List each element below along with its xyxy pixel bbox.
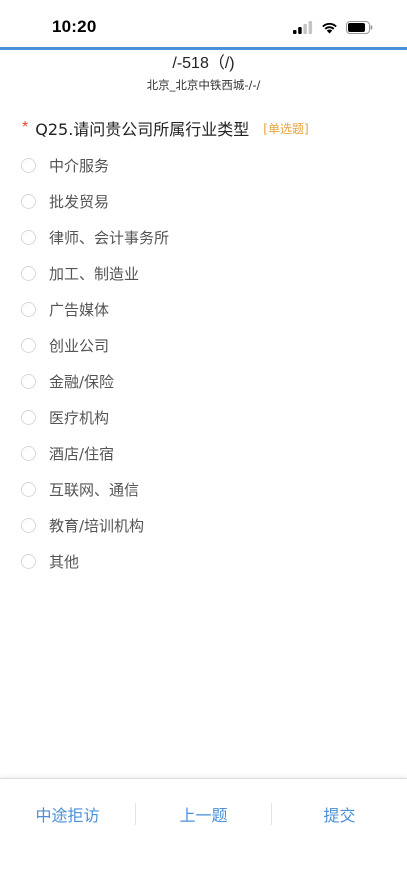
- option-label: 酒店/住宿: [49, 444, 115, 463]
- radio-button[interactable]: [21, 265, 36, 281]
- radio-button[interactable]: [21, 553, 36, 569]
- option-label: 创业公司: [49, 336, 110, 355]
- survey-subtitle: 北京_北京中铁西城-/-/: [146, 78, 261, 92]
- required-mark: *: [22, 119, 29, 136]
- option-label: 加工、制造业: [49, 264, 140, 283]
- radio-button[interactable]: [21, 373, 36, 389]
- option-label: 互联网、通信: [49, 480, 140, 499]
- survey-title: /-518（/): [172, 55, 235, 72]
- option-item[interactable]: 批发贸易: [21, 183, 387, 219]
- option-item[interactable]: 律师、会计事务所: [21, 219, 387, 255]
- previous-question-button[interactable]: 上一题: [136, 779, 271, 848]
- survey-header: /-518（/) 北京_北京中铁西城-/-/: [0, 54, 407, 93]
- radio-button[interactable]: [21, 193, 36, 209]
- option-label: 律师、会计事务所: [49, 228, 170, 247]
- option-item[interactable]: 金融/保险: [21, 363, 387, 399]
- radio-button[interactable]: [21, 481, 36, 497]
- option-label: 医疗机构: [49, 408, 110, 427]
- status-bar: 10:20: [0, 0, 407, 48]
- option-item[interactable]: 医疗机构: [21, 399, 387, 435]
- radio-button[interactable]: [21, 337, 36, 353]
- radio-button[interactable]: [21, 517, 36, 533]
- option-label: 批发贸易: [49, 192, 110, 211]
- radio-button[interactable]: [21, 301, 36, 317]
- option-label: 金融/保险: [49, 372, 115, 391]
- bottom-toolbar: 中途拒访 上一题 提交: [0, 778, 407, 848]
- option-label: 教育/培训机构: [49, 516, 145, 535]
- option-item[interactable]: 教育/培训机构: [21, 507, 387, 543]
- option-item[interactable]: 其他: [21, 543, 387, 579]
- radio-button[interactable]: [21, 229, 36, 245]
- home-indicator-area: [0, 848, 407, 883]
- option-item[interactable]: 互联网、通信: [21, 471, 387, 507]
- option-list: 中介服务 批发贸易 律师、会计事务所 加工、制造业 广告媒体 创业公司 金融/保…: [21, 147, 387, 579]
- submit-button[interactable]: 提交: [272, 779, 407, 848]
- option-label: 中介服务: [49, 156, 110, 175]
- wifi-icon: [321, 19, 338, 38]
- question-text: Q25.请问贵公司所属行业类型: [35, 120, 250, 139]
- radio-button[interactable]: [21, 409, 36, 425]
- question-type-badge: [单选题]: [263, 121, 309, 136]
- option-label: 广告媒体: [49, 300, 110, 319]
- radio-button[interactable]: [21, 445, 36, 461]
- cellular-signal-icon: [293, 19, 313, 38]
- option-item[interactable]: 加工、制造业: [21, 255, 387, 291]
- option-item[interactable]: 中介服务: [21, 147, 387, 183]
- radio-button[interactable]: [21, 157, 36, 173]
- option-item[interactable]: 创业公司: [21, 327, 387, 363]
- battery-icon: [346, 19, 373, 38]
- refuse-interview-button[interactable]: 中途拒访: [0, 779, 135, 848]
- status-icons: [293, 19, 373, 38]
- question-heading: * Q25.请问贵公司所属行业类型 [单选题]: [22, 116, 387, 140]
- status-time: 10:20: [52, 17, 97, 36]
- header-accent-rule: [0, 47, 407, 50]
- option-item[interactable]: 广告媒体: [21, 291, 387, 327]
- option-label: 其他: [49, 552, 80, 571]
- option-item[interactable]: 酒店/住宿: [21, 435, 387, 471]
